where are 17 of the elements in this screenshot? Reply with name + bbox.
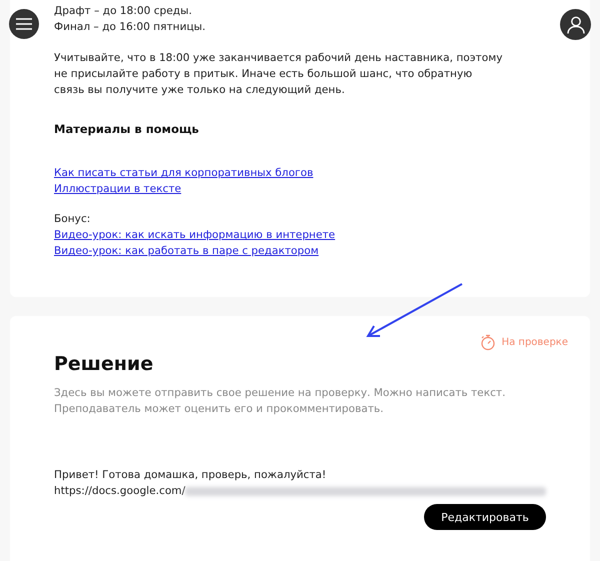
video-lesson-link[interactable]: Видео-урок: как искать информацию в интернете [54, 227, 336, 243]
menu-icon [16, 18, 32, 30]
solution-description: Здесь вы можете отправить свое решение на проверку. Можно написать текст. Преподаватель может оценить его и прокомментировать. [54, 386, 506, 417]
deadline-text: Финал – до 16:00 пятницы. [54, 20, 207, 35]
bonus-label: Бонус: [54, 212, 92, 227]
materials-heading: Материалы в помощь [54, 121, 200, 137]
deadline-text: Драфт – до 18:00 среды. [54, 4, 193, 19]
material-link[interactable]: Как писать статьи для корпоративных блогов [54, 165, 314, 181]
solution-heading: Решение [54, 352, 154, 377]
video-lesson-link[interactable]: Видео-урок: как работать в паре с редактором [54, 243, 319, 259]
stopwatch-icon [480, 334, 496, 351]
user-icon [566, 16, 584, 34]
solution-message: Привет! Готова домашка, проверь, пожалуйста! [54, 468, 328, 483]
status-label: На проверке [502, 337, 568, 348]
edit-button[interactable]: Редактировать [424, 504, 546, 530]
material-link[interactable]: Иллюстрации в тексте [54, 181, 182, 197]
note-paragraph: Учитывайте, что в 18:00 уже заканчивается рабочий день наставника, поэтому не присылайте работу в притык. Иначе есть большой шанс, что обратную связь вы получите уже только на следующий день. [54, 51, 504, 98]
